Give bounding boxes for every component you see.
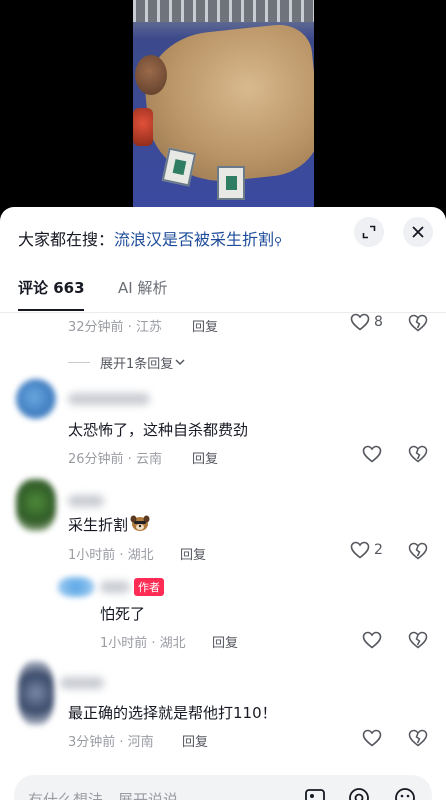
username-blurred[interactable] [68,495,104,507]
heart-icon[interactable] [362,729,382,747]
reply-button[interactable]: 回复 [192,448,218,467]
comment-text-body: 采生折割 [68,516,129,534]
tab-comments[interactable]: 评论 663 [18,277,85,298]
comment-text: 采生折割 [68,514,150,535]
like-button[interactable]: 2 [350,541,383,559]
video-person [135,55,167,95]
author-badge: 作者 [134,578,164,596]
video-bag [133,108,153,146]
video-tag [161,147,197,187]
image-icon[interactable] [304,787,326,800]
expand-divider [68,362,90,363]
avatar[interactable] [16,479,56,531]
comment-input-bar[interactable]: 有什么想法，展开说说 [14,775,432,800]
avatar[interactable] [18,661,54,725]
username-blurred[interactable] [60,677,104,689]
video-tag [217,166,245,200]
dislike-icon[interactable] [408,631,428,649]
comment-meta: 26分钟前 · 云南 [68,452,162,467]
comments-panel: 大家都在搜：流浪汉是否被采生折割⚲ 评论 663 AI 解析 32分钟前 · 江… [0,207,446,800]
dislike-icon[interactable] [408,445,428,463]
tab-ai-analysis[interactable]: AI 解析 [118,277,167,298]
avatar[interactable] [58,577,94,597]
like-button[interactable]: 8 [350,313,383,331]
heart-icon[interactable] [362,631,382,649]
heart-icon[interactable] [362,445,382,463]
comment-text: 太恐怖了，这种自杀都费劲 [68,421,249,439]
comment-tabs: 评论 663 AI 解析 [0,269,446,313]
comment-text: 最正确的选择就是帮他打110！ [68,704,277,722]
dislike-icon[interactable] [408,542,428,560]
reply-button[interactable]: 回复 [182,731,208,750]
expand-replies-label: 展开1条回复 [100,357,174,372]
reply-button[interactable]: 回复 [192,316,218,335]
reply-button[interactable]: 回复 [180,544,206,563]
at-icon[interactable] [348,787,370,800]
search-query-link[interactable]: 流浪汉是否被采生折割 [114,230,274,249]
search-prefix: 大家都在搜： [18,230,115,249]
dog-emoji [130,515,150,531]
video-frame [133,0,314,215]
video-railing [133,0,314,22]
search-icon: ⚲ [274,235,283,248]
video-player[interactable] [0,0,446,215]
tab-active-indicator [18,309,84,311]
expand-icon[interactable] [354,217,384,247]
username-blurred[interactable] [68,393,150,405]
search-suggestion-row[interactable]: 大家都在搜：流浪汉是否被采生折割⚲ [0,207,446,259]
heart-icon [350,541,370,559]
comment-meta: 3分钟前 · 河南 [68,735,154,750]
comment-meta: 1小时前 · 湖北 [68,548,154,563]
dislike-icon[interactable] [408,314,428,332]
heart-icon [350,313,370,331]
expand-replies[interactable]: 展开1条回复 [68,353,185,372]
search-suggestion[interactable]: 大家都在搜：流浪汉是否被采生折割⚲ [18,226,282,250]
avatar[interactable] [16,379,56,419]
chevron-down-icon [175,359,185,366]
emoji-icon[interactable] [394,787,416,800]
comment-text: 怕死了 [100,605,146,623]
reply-button[interactable]: 回复 [212,632,238,651]
dislike-icon[interactable] [408,729,428,747]
comment-input-placeholder[interactable]: 有什么想法，展开说说 [28,789,178,800]
comment-meta: 32分钟前 · 江苏 [68,320,162,335]
close-icon[interactable] [403,217,433,247]
like-count: 8 [374,314,383,330]
like-count: 2 [374,542,383,558]
username-blurred[interactable] [100,581,130,593]
comment-meta: 1小时前 · 湖北 [100,636,186,651]
